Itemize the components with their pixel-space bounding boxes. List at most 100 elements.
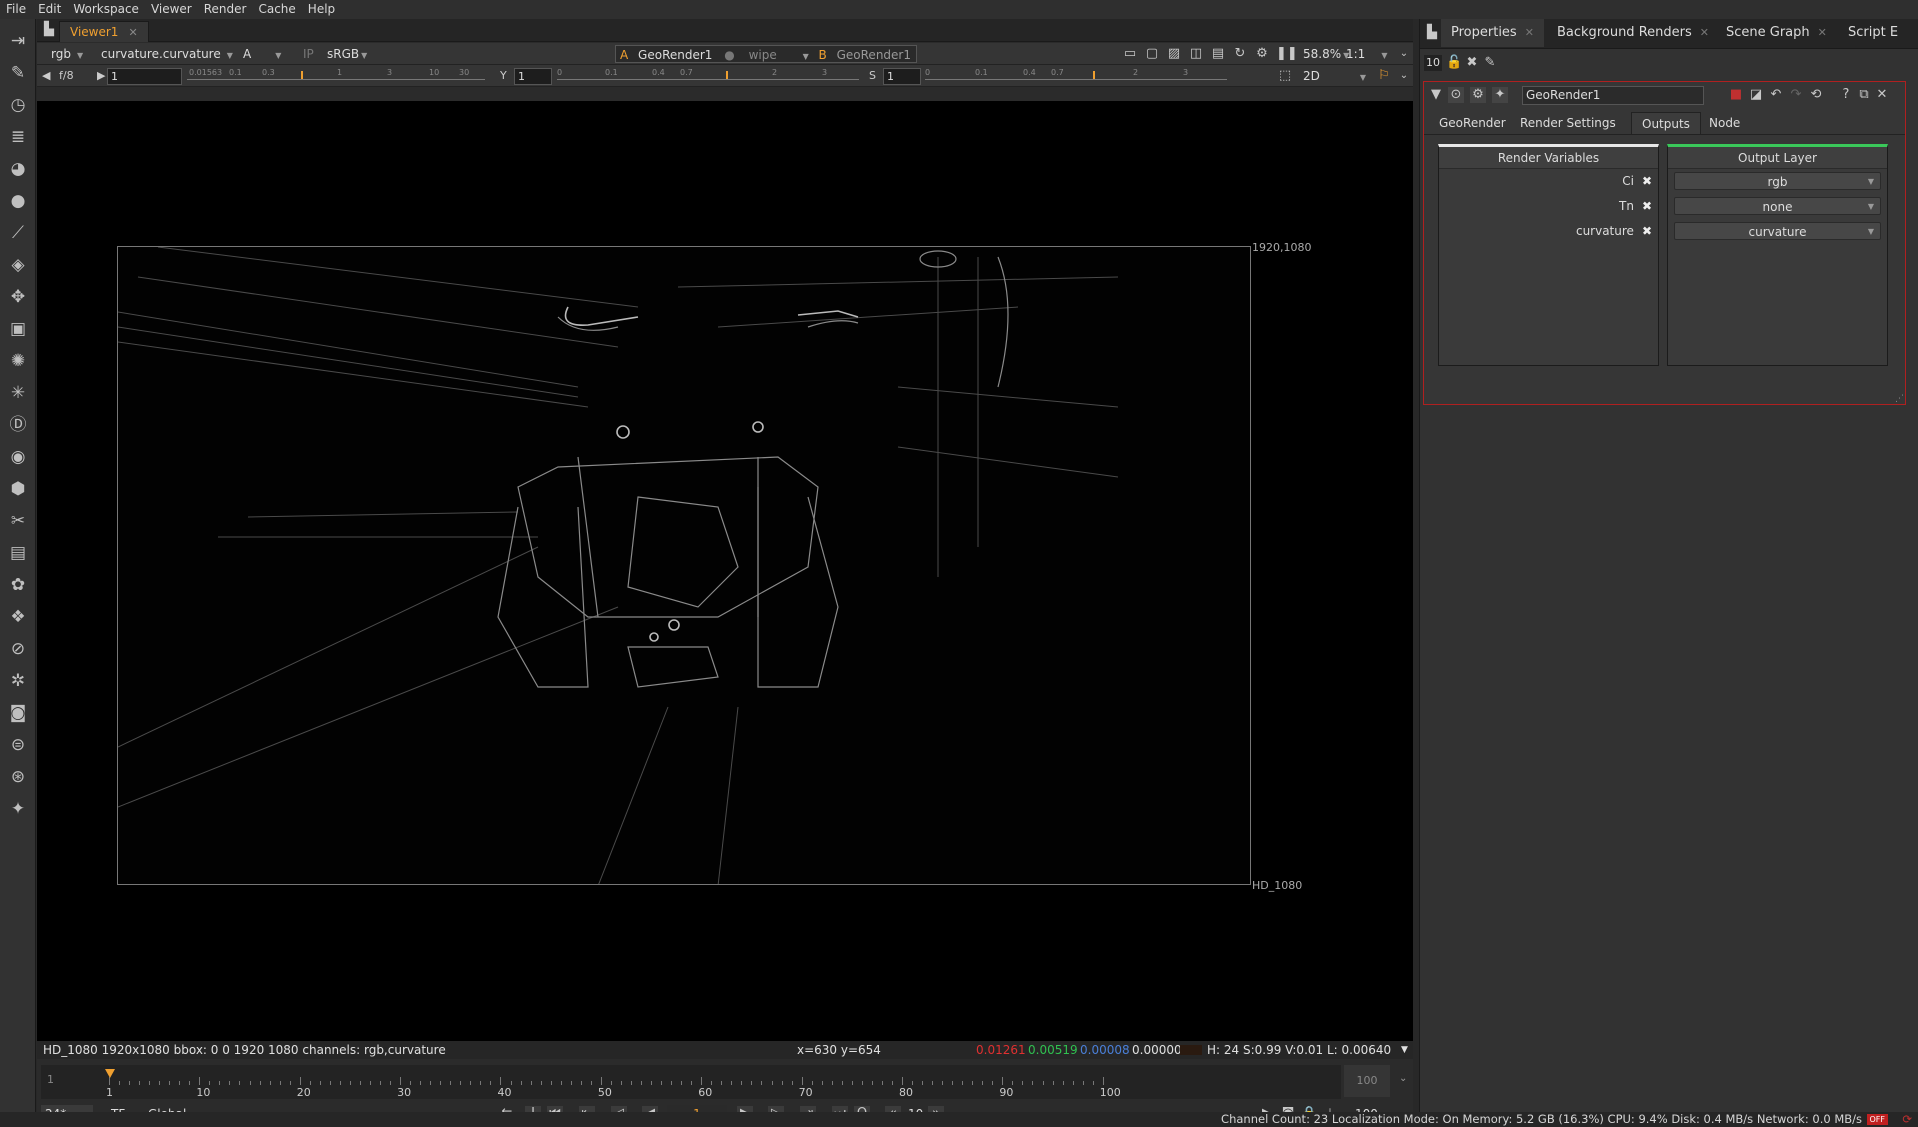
output-layer-dropdown[interactable]: none ▼ <box>1674 197 1881 215</box>
proxy-icon[interactable]: ◫ <box>1188 46 1204 62</box>
downscale-icon[interactable]: ▤ <box>1210 46 1226 62</box>
tab-georender[interactable]: GeoRender <box>1429 112 1516 134</box>
close-icon[interactable]: ✕ <box>1700 26 1709 39</box>
gain-right-arrow[interactable]: ▶ <box>97 69 105 82</box>
gain-slider[interactable]: 0.01563 0.1 0.3 1 3 10 30 <box>187 68 485 80</box>
menu-workspace[interactable]: Workspace <box>67 0 145 19</box>
viewer-canvas[interactable]: 1920,1080 HD_1080 <box>37 101 1413 1041</box>
undo-icon[interactable]: ↶ <box>1768 87 1784 103</box>
time-nodes-icon[interactable]: ◷ <box>8 95 28 115</box>
deep-d-icon[interactable]: Ⓓ <box>8 415 28 435</box>
close-icon[interactable]: ✕ <box>1525 26 1534 39</box>
close-all-icon[interactable]: ✖ <box>1464 55 1480 71</box>
input-icon[interactable]: ⚙ <box>1470 87 1486 103</box>
channels-dropdown[interactable]: rgb ▼ <box>47 45 87 63</box>
pane-menu-icon[interactable]: ▙ <box>1424 25 1440 41</box>
close-icon[interactable]: ✕ <box>1818 26 1827 39</box>
buffer-a-dropdown[interactable]: A ▼ <box>239 45 285 63</box>
filter-nodes-icon[interactable]: ● <box>8 191 28 211</box>
resize-grip-icon[interactable]: ⋰ <box>1895 394 1904 404</box>
clipping-icon[interactable]: ▨ <box>1166 46 1182 62</box>
output-layer-dropdown[interactable]: rgb ▼ <box>1674 172 1881 190</box>
pause-icon[interactable]: ❚❚ <box>1276 46 1298 62</box>
particles-nodes-icon[interactable]: ✺ <box>8 351 28 371</box>
3d-nodes-icon[interactable]: ▣ <box>8 319 28 339</box>
gain-slider-handle[interactable] <box>301 71 303 79</box>
keyer-nodes-icon[interactable]: ⟋ <box>8 223 28 243</box>
input-a-node[interactable]: GeoRender1 <box>638 48 712 62</box>
ratio-dropdown[interactable]: 1:1 ▼ <box>1342 45 1391 63</box>
refresh-icon[interactable]: ↻ <box>1232 46 1248 62</box>
lock-input-icon[interactable]: ⚐ <box>1376 68 1392 84</box>
roi-icon[interactable]: ▭ <box>1122 46 1138 62</box>
chevron-down-icon[interactable]: ▼ <box>1401 1041 1408 1059</box>
center-node-icon[interactable]: ⊙ <box>1448 87 1464 103</box>
chevron-down-icon[interactable]: ⌄ <box>1399 1073 1407 1084</box>
close-icon[interactable]: ✕ <box>128 26 137 39</box>
chevron-down-icon[interactable]: ⌄ <box>1396 68 1412 84</box>
nukex-icon[interactable]: ✲ <box>8 671 28 691</box>
menu-render[interactable]: Render <box>198 0 253 19</box>
menu-file[interactable]: File <box>0 0 32 19</box>
playhead[interactable] <box>105 1069 115 1078</box>
menu-cache[interactable]: Cache <box>252 0 301 19</box>
merge-nodes-icon[interactable]: ◈ <box>8 255 28 275</box>
menu-viewer[interactable]: Viewer <box>145 0 198 19</box>
help-icon[interactable]: ? <box>1838 87 1854 103</box>
revert-icon[interactable]: ⟲ <box>1808 87 1824 103</box>
tab-render-settings[interactable]: Render Settings <box>1510 112 1626 134</box>
gizmos-icon[interactable]: ⊛ <box>8 767 28 787</box>
redo-icon[interactable]: ↷ <box>1788 87 1804 103</box>
color-nodes-icon[interactable]: ◕ <box>8 159 28 179</box>
draw-nodes-icon[interactable]: ✎ <box>8 63 28 83</box>
layer-dropdown[interactable]: curvature.curvature ▼ <box>97 45 237 63</box>
lock-icon[interactable]: 🔓 <box>1446 55 1462 71</box>
saturation-slider-handle[interactable] <box>1093 71 1095 79</box>
gamma-field[interactable]: 1 <box>514 68 552 85</box>
tab-script-editor[interactable]: Script E <box>1838 19 1908 47</box>
menu-edit[interactable]: Edit <box>32 0 67 19</box>
output-layer-dropdown[interactable]: curvature ▼ <box>1674 222 1881 240</box>
tab-scene-graph[interactable]: Scene Graph ✕ <box>1716 19 1837 47</box>
ocula-icon[interactable]: ❖ <box>8 607 28 627</box>
tile-color-icon[interactable]: ◪ <box>1748 87 1764 103</box>
image-nodes-icon[interactable]: ⇥ <box>8 31 28 51</box>
tab-viewer1[interactable]: Viewer1 ✕ <box>59 21 149 42</box>
remove-icon[interactable]: ✖ <box>1642 224 1652 238</box>
furnace-icon[interactable]: ✿ <box>8 575 28 595</box>
remove-icon[interactable]: ✖ <box>1642 174 1652 188</box>
node-name-field[interactable]: GeoRender1 <box>1522 86 1704 105</box>
gamma-slider[interactable]: 0 0.1 0.4 0.7 2 3 <box>557 68 859 80</box>
tab-background-renders[interactable]: Background Renders ✕ <box>1547 19 1719 47</box>
tab-outputs[interactable]: Outputs <box>1631 112 1701 134</box>
views-nodes-icon[interactable]: ◉ <box>8 447 28 467</box>
view-mode-dropdown[interactable]: 2D ▼ <box>1299 67 1370 85</box>
region-select-icon[interactable]: ⬚ <box>1277 68 1293 84</box>
saturation-field[interactable]: 1 <box>883 68 921 85</box>
deep-nodes-icon[interactable]: ✳ <box>8 383 28 403</box>
max-panels-field[interactable]: 10 <box>1424 55 1442 71</box>
node-color-icon[interactable]: ■ <box>1728 87 1744 103</box>
timeline-end-frame[interactable]: 100 <box>1344 1065 1390 1097</box>
fstop-left-arrow[interactable]: ◀ <box>42 69 50 82</box>
gpu-icon[interactable]: ⚙ <box>1254 46 1270 62</box>
lut-dropdown[interactable]: sRGB ▼ <box>323 45 371 63</box>
overlay-icon[interactable]: ▢ <box>1144 46 1160 62</box>
gamma-slider-handle[interactable] <box>726 71 728 79</box>
pen-icon[interactable]: ✎ <box>1482 55 1498 71</box>
wipe-dropdown[interactable]: wipe <box>749 48 777 62</box>
toolsets-icon[interactable]: ✂ <box>8 511 28 531</box>
float-icon[interactable]: ⧉ <box>1856 87 1872 103</box>
bokeh-icon[interactable]: ◙ <box>8 703 28 723</box>
collapse-icon[interactable]: ▼ <box>1428 87 1444 103</box>
cara-vr-icon[interactable]: ⊘ <box>8 639 28 659</box>
saturation-slider[interactable]: 0 0.1 0.4 0.7 2 3 <box>925 68 1227 80</box>
chevron-down-icon[interactable]: ⌄ <box>1396 46 1412 62</box>
close-panel-icon[interactable]: ✕ <box>1874 87 1890 103</box>
metadata-nodes-icon[interactable]: ⬢ <box>8 479 28 499</box>
cryptomatte-icon[interactable]: ⊜ <box>8 735 28 755</box>
input-b-node[interactable]: GeoRender1 <box>837 48 911 62</box>
tab-properties[interactable]: Properties ✕ <box>1441 19 1544 47</box>
pane-menu-icon[interactable]: ▙ <box>41 22 57 38</box>
tab-node[interactable]: Node <box>1699 112 1750 134</box>
